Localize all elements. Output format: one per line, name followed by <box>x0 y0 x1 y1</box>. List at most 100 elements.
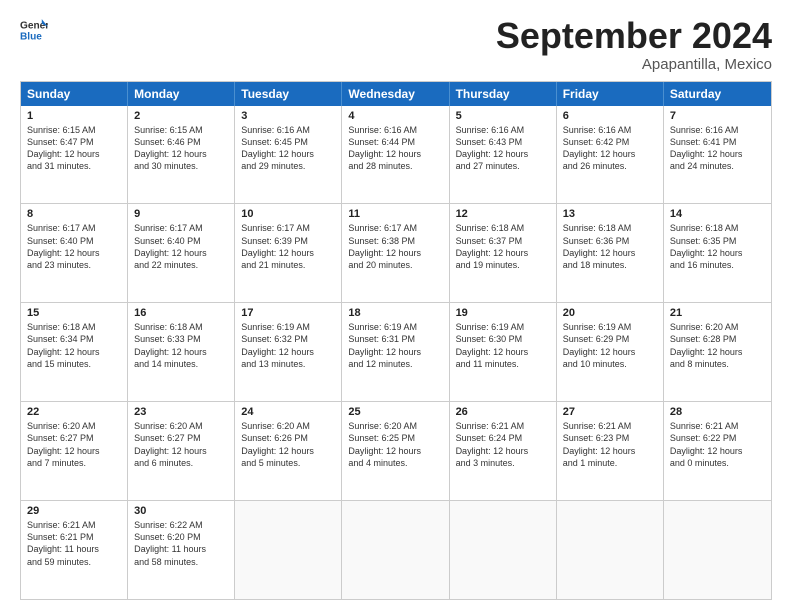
cal-cell <box>557 501 664 599</box>
day-info: Sunrise: 6:21 AM Sunset: 6:23 PM Dayligh… <box>563 420 657 469</box>
calendar: SundayMondayTuesdayWednesdayThursdayFrid… <box>20 81 772 600</box>
day-info: Sunrise: 6:17 AM Sunset: 6:39 PM Dayligh… <box>241 222 335 271</box>
weekday-header-tuesday: Tuesday <box>235 82 342 106</box>
weekday-header-friday: Friday <box>557 82 664 106</box>
header: General Blue September 2024 Apapantilla,… <box>20 16 772 73</box>
cal-cell: 21 Sunrise: 6:20 AM Sunset: 6:28 PM Dayli… <box>664 303 771 401</box>
weekday-header-sunday: Sunday <box>21 82 128 106</box>
cal-cell: 20 Sunrise: 6:19 AM Sunset: 6:29 PM Dayli… <box>557 303 664 401</box>
cal-cell <box>450 501 557 599</box>
day-number: 10 <box>241 208 335 220</box>
day-number: 15 <box>27 307 121 319</box>
calendar-header: SundayMondayTuesdayWednesdayThursdayFrid… <box>21 82 771 106</box>
cal-cell: 23Sunrise: 6:20 AM Sunset: 6:27 PM Dayli… <box>128 402 235 500</box>
day-info: Sunrise: 6:16 AM Sunset: 6:44 PM Dayligh… <box>348 124 442 173</box>
day-number: 3 <box>241 110 335 122</box>
cal-cell: 2Sunrise: 6:15 AM Sunset: 6:46 PM Daylig… <box>128 106 235 204</box>
cal-cell: 27 Sunrise: 6:21 AM Sunset: 6:23 PM Dayli… <box>557 402 664 500</box>
day-number: 16 <box>134 307 228 319</box>
day-info: Sunrise: 6:21 AM Sunset: 6:24 PM Dayligh… <box>456 420 550 469</box>
day-info: Sunrise: 6:20 AM Sunset: 6:27 PM Dayligh… <box>27 420 121 469</box>
day-number: 26 <box>456 406 550 418</box>
day-number: 29 <box>27 505 121 517</box>
day-info: Sunrise: 6:16 AM Sunset: 6:41 PM Dayligh… <box>670 124 765 173</box>
day-number: 20 <box>563 307 657 319</box>
cal-cell: 6Sunrise: 6:16 AM Sunset: 6:42 PM Daylig… <box>557 106 664 204</box>
cal-cell: 26 Sunrise: 6:21 AM Sunset: 6:24 PM Dayli… <box>450 402 557 500</box>
day-number: 11 <box>348 208 442 220</box>
day-info: Sunrise: 6:18 AM Sunset: 6:35 PM Dayligh… <box>670 222 765 271</box>
cal-cell: 17Sunrise: 6:19 AM Sunset: 6:32 PM Dayli… <box>235 303 342 401</box>
cal-cell: 29 Sunrise: 6:21 AM Sunset: 6:21 PM Dayli… <box>21 501 128 599</box>
cal-cell: 1Sunrise: 6:15 AM Sunset: 6:47 PM Daylig… <box>21 106 128 204</box>
cal-row-4: 29 Sunrise: 6:21 AM Sunset: 6:21 PM Dayli… <box>21 500 771 599</box>
day-number: 23 <box>134 406 228 418</box>
cal-cell <box>664 501 771 599</box>
cal-cell: 25Sunrise: 6:20 AM Sunset: 6:25 PM Dayli… <box>342 402 449 500</box>
day-number: 21 <box>670 307 765 319</box>
day-number: 6 <box>563 110 657 122</box>
day-number: 24 <box>241 406 335 418</box>
day-number: 17 <box>241 307 335 319</box>
day-info: Sunrise: 6:20 AM Sunset: 6:28 PM Dayligh… <box>670 321 765 370</box>
cal-cell: 24 Sunrise: 6:20 AM Sunset: 6:26 PM Dayli… <box>235 402 342 500</box>
calendar-body: 1Sunrise: 6:15 AM Sunset: 6:47 PM Daylig… <box>21 106 771 599</box>
day-number: 5 <box>456 110 550 122</box>
title-block: September 2024 Apapantilla, Mexico <box>496 16 772 73</box>
day-info: Sunrise: 6:17 AM Sunset: 6:40 PM Dayligh… <box>27 222 121 271</box>
day-info: Sunrise: 6:16 AM Sunset: 6:45 PM Dayligh… <box>241 124 335 173</box>
cal-cell: 12 Sunrise: 6:18 AM Sunset: 6:37 PM Dayli… <box>450 204 557 302</box>
weekday-header-thursday: Thursday <box>450 82 557 106</box>
location-title: Apapantilla, Mexico <box>496 56 772 73</box>
cal-cell: 8 Sunrise: 6:17 AM Sunset: 6:40 PM Daylig… <box>21 204 128 302</box>
day-number: 8 <box>27 208 121 220</box>
day-info: Sunrise: 6:20 AM Sunset: 6:26 PM Dayligh… <box>241 420 335 469</box>
day-number: 7 <box>670 110 765 122</box>
cal-cell: 15 Sunrise: 6:18 AM Sunset: 6:34 PM Dayli… <box>21 303 128 401</box>
cal-row-0: 1Sunrise: 6:15 AM Sunset: 6:47 PM Daylig… <box>21 106 771 204</box>
cal-cell: 28 Sunrise: 6:21 AM Sunset: 6:22 PM Dayli… <box>664 402 771 500</box>
day-info: Sunrise: 6:22 AM Sunset: 6:20 PM Dayligh… <box>134 519 228 568</box>
logo-icon: General Blue <box>20 16 48 44</box>
day-number: 2 <box>134 110 228 122</box>
day-info: Sunrise: 6:21 AM Sunset: 6:22 PM Dayligh… <box>670 420 765 469</box>
cal-cell: 4 Sunrise: 6:16 AM Sunset: 6:44 PM Daylig… <box>342 106 449 204</box>
logo: General Blue <box>20 16 48 44</box>
day-number: 9 <box>134 208 228 220</box>
day-number: 22 <box>27 406 121 418</box>
day-number: 14 <box>670 208 765 220</box>
cal-cell: 7 Sunrise: 6:16 AM Sunset: 6:41 PM Daylig… <box>664 106 771 204</box>
day-number: 28 <box>670 406 765 418</box>
day-number: 18 <box>348 307 442 319</box>
cal-cell: 3 Sunrise: 6:16 AM Sunset: 6:45 PM Daylig… <box>235 106 342 204</box>
cal-cell: 14 Sunrise: 6:18 AM Sunset: 6:35 PM Dayli… <box>664 204 771 302</box>
cal-cell: 11 Sunrise: 6:17 AM Sunset: 6:38 PM Dayli… <box>342 204 449 302</box>
day-info: Sunrise: 6:17 AM Sunset: 6:40 PM Dayligh… <box>134 222 228 271</box>
weekday-header-saturday: Saturday <box>664 82 771 106</box>
cal-cell: 19 Sunrise: 6:19 AM Sunset: 6:30 PM Dayli… <box>450 303 557 401</box>
day-info: Sunrise: 6:16 AM Sunset: 6:43 PM Dayligh… <box>456 124 550 173</box>
day-number: 4 <box>348 110 442 122</box>
weekday-header-wednesday: Wednesday <box>342 82 449 106</box>
cal-cell: 5 Sunrise: 6:16 AM Sunset: 6:43 PM Daylig… <box>450 106 557 204</box>
cal-cell: 22 Sunrise: 6:20 AM Sunset: 6:27 PM Dayli… <box>21 402 128 500</box>
day-info: Sunrise: 6:19 AM Sunset: 6:29 PM Dayligh… <box>563 321 657 370</box>
cal-cell <box>342 501 449 599</box>
day-info: Sunrise: 6:19 AM Sunset: 6:30 PM Dayligh… <box>456 321 550 370</box>
day-info: Sunrise: 6:18 AM Sunset: 6:37 PM Dayligh… <box>456 222 550 271</box>
cal-row-3: 22 Sunrise: 6:20 AM Sunset: 6:27 PM Dayli… <box>21 401 771 500</box>
day-info: Sunrise: 6:20 AM Sunset: 6:25 PM Dayligh… <box>348 420 442 469</box>
day-info: Sunrise: 6:21 AM Sunset: 6:21 PM Dayligh… <box>27 519 121 568</box>
cal-cell: 10 Sunrise: 6:17 AM Sunset: 6:39 PM Dayli… <box>235 204 342 302</box>
cal-cell: 30Sunrise: 6:22 AM Sunset: 6:20 PM Dayli… <box>128 501 235 599</box>
day-info: Sunrise: 6:18 AM Sunset: 6:34 PM Dayligh… <box>27 321 121 370</box>
cal-cell: 9 Sunrise: 6:17 AM Sunset: 6:40 PM Daylig… <box>128 204 235 302</box>
cal-cell: 13Sunrise: 6:18 AM Sunset: 6:36 PM Dayli… <box>557 204 664 302</box>
day-info: Sunrise: 6:17 AM Sunset: 6:38 PM Dayligh… <box>348 222 442 271</box>
day-number: 27 <box>563 406 657 418</box>
cal-cell <box>235 501 342 599</box>
day-number: 12 <box>456 208 550 220</box>
weekday-header-monday: Monday <box>128 82 235 106</box>
day-number: 19 <box>456 307 550 319</box>
day-number: 13 <box>563 208 657 220</box>
